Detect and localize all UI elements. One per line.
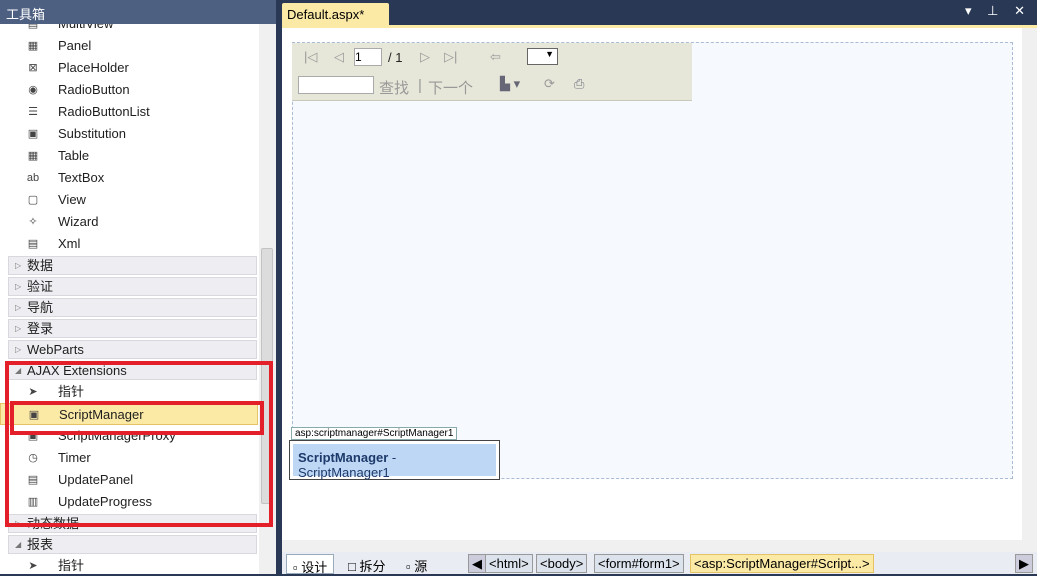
toolbox-category[interactable]: ▷ 登录: [8, 319, 257, 338]
prev-page-icon[interactable]: ◁: [334, 49, 344, 65]
toolbox-item[interactable]: ◉ RadioButton: [0, 79, 258, 101]
category-label: WebParts: [27, 342, 84, 357]
collapsed-icon: ▷: [15, 282, 22, 291]
tab-design-label: 设计: [301, 560, 328, 575]
find-link[interactable]: 查找: [379, 77, 409, 98]
wizard-icon: ✧: [28, 216, 38, 228]
annotation-box-scriptmanager: [10, 401, 264, 435]
toolbox-item[interactable]: ➤ 指针: [0, 555, 258, 574]
crumb-scroll-left[interactable]: ◀: [468, 554, 486, 573]
tab-split[interactable]: □ 拆分: [342, 554, 391, 574]
toolbox-item-label: RadioButton: [58, 82, 130, 97]
crumb-scriptmanager[interactable]: <asp:ScriptManager#Script...>: [690, 554, 874, 573]
toolbox-category[interactable]: ◢ 报表: [8, 535, 257, 554]
table-icon: ▦: [27, 150, 39, 162]
toolbox-item-label: Wizard: [58, 214, 99, 229]
tab-source-label: 源: [414, 559, 428, 574]
toolbox-item-label: 指针: [58, 558, 85, 573]
scriptmanager-tag-label: asp:scriptmanager#ScriptManager1: [291, 427, 458, 440]
toolbox-item[interactable]: ▤ MultiView: [0, 24, 258, 35]
toolbox-item-label: Panel: [58, 38, 92, 53]
toolbox-category[interactable]: ▷ 数据: [8, 256, 257, 275]
radio-list-icon: ☰: [28, 106, 38, 118]
category-label: 数据: [27, 258, 54, 273]
substitution-icon: ▣: [27, 128, 39, 140]
collapsed-icon: ▷: [15, 324, 22, 333]
toolbox-item-label: Substitution: [58, 126, 126, 141]
view-bar: ▫ 设计 □ 拆分 ▫ 源 ◀ <html> <body> <form#form…: [282, 552, 1037, 575]
toolbox-item-label: View: [58, 192, 86, 207]
print-icon[interactable]: ⎙: [574, 76, 584, 92]
last-page-icon[interactable]: ▷|: [444, 49, 457, 65]
category-label: 报表: [27, 537, 54, 552]
toolbox-item[interactable]: ▦ Panel: [0, 35, 258, 57]
crumb-scroll-right[interactable]: ▶: [1015, 554, 1033, 573]
collapsed-icon: ▷: [15, 261, 22, 270]
find-input[interactable]: [298, 76, 374, 94]
toolbox-title: 工具箱: [0, 0, 276, 24]
toolbox-item[interactable]: ▦ Table: [0, 145, 258, 167]
find-next-link[interactable]: 下一个: [428, 77, 473, 98]
toolbox-item[interactable]: ▤ Xml: [0, 233, 258, 255]
tab-label: Default.aspx*: [287, 7, 365, 22]
zoom-select[interactable]: ▼: [527, 48, 558, 65]
form-area[interactable]: [292, 42, 1013, 479]
toolbox-item-label: RadioButtonList: [58, 104, 150, 119]
toolbox-item-label: Table: [58, 148, 90, 163]
toolbox-item-label: PlaceHolder: [58, 60, 129, 75]
view-icon: ▢: [27, 194, 39, 206]
collapsed-icon: ▷: [15, 345, 22, 354]
radio-icon: ◉: [28, 84, 38, 96]
toolbox-category[interactable]: ▷ 验证: [8, 277, 257, 296]
toolbox-item[interactable]: ☰ RadioButtonList: [0, 101, 258, 123]
toolbox-item-label: TextBox: [58, 170, 105, 185]
toolbox-category[interactable]: ▷ 导航: [8, 298, 257, 317]
placeholder-icon: ⊠: [28, 62, 38, 74]
multiview-icon: ▤: [27, 24, 39, 30]
textbox-icon: ab: [26, 172, 40, 184]
total-pages: / 1: [388, 50, 403, 65]
tab-default-aspx[interactable]: Default.aspx* ✕: [282, 3, 389, 37]
pointer-icon: ➤: [28, 560, 38, 572]
refresh-icon[interactable]: ⟳: [544, 76, 555, 92]
designer-horizontal-scrollbar[interactable]: [282, 540, 1037, 552]
toolbox-item[interactable]: ▣ Substitution: [0, 123, 258, 145]
toolbox-item[interactable]: ▢ View: [0, 189, 258, 211]
annotation-box-ajax: [5, 361, 273, 527]
tab-design[interactable]: ▫ 设计: [286, 554, 335, 575]
toolbox-item-label: Xml: [58, 236, 81, 251]
next-page-icon[interactable]: ▷: [420, 49, 430, 65]
export-icon[interactable]: ▙ ▾: [500, 76, 520, 92]
category-label: 登录: [27, 321, 54, 336]
category-label: 导航: [27, 300, 54, 315]
first-page-icon[interactable]: |◁: [304, 49, 317, 65]
tab-source[interactable]: ▫ 源: [400, 554, 433, 574]
toolbox-item[interactable]: ab TextBox: [0, 167, 258, 189]
tab-split-label: 拆分: [359, 559, 386, 574]
panel-icon: ▦: [27, 40, 39, 52]
crumb-html[interactable]: <html>: [485, 554, 533, 573]
back-icon[interactable]: ⇦: [490, 49, 501, 65]
designer-vertical-scrollbar[interactable]: [1022, 28, 1037, 540]
toolbox-item[interactable]: ✧ Wizard: [0, 211, 258, 233]
page-input[interactable]: [354, 48, 382, 66]
report-viewer-toolbar: |◁ ◁ / 1 ▷ ▷| ⇦ ▼ 查找 | 下一个 ▙ ▾ ⟳ ⎙: [292, 43, 692, 101]
scriptmanager-control[interactable]: ScriptManager - ScriptManager1: [289, 440, 500, 480]
toolbox-item[interactable]: ⊠ PlaceHolder: [0, 57, 258, 79]
crumb-form[interactable]: <form#form1>: [594, 554, 684, 573]
toolbox-window-controls[interactable]: ▾ ⊥ ✕: [965, 3, 1031, 19]
toolbox-category[interactable]: ▷ WebParts: [8, 340, 257, 359]
toolbox-item-label: MultiView: [58, 24, 113, 31]
scriptmanager-type: ScriptManager: [298, 450, 389, 465]
expanded-icon: ◢: [15, 540, 22, 549]
collapsed-icon: ▷: [15, 303, 22, 312]
category-label: 验证: [27, 279, 54, 294]
xml-icon: ▤: [27, 238, 39, 250]
crumb-body[interactable]: <body>: [536, 554, 588, 573]
